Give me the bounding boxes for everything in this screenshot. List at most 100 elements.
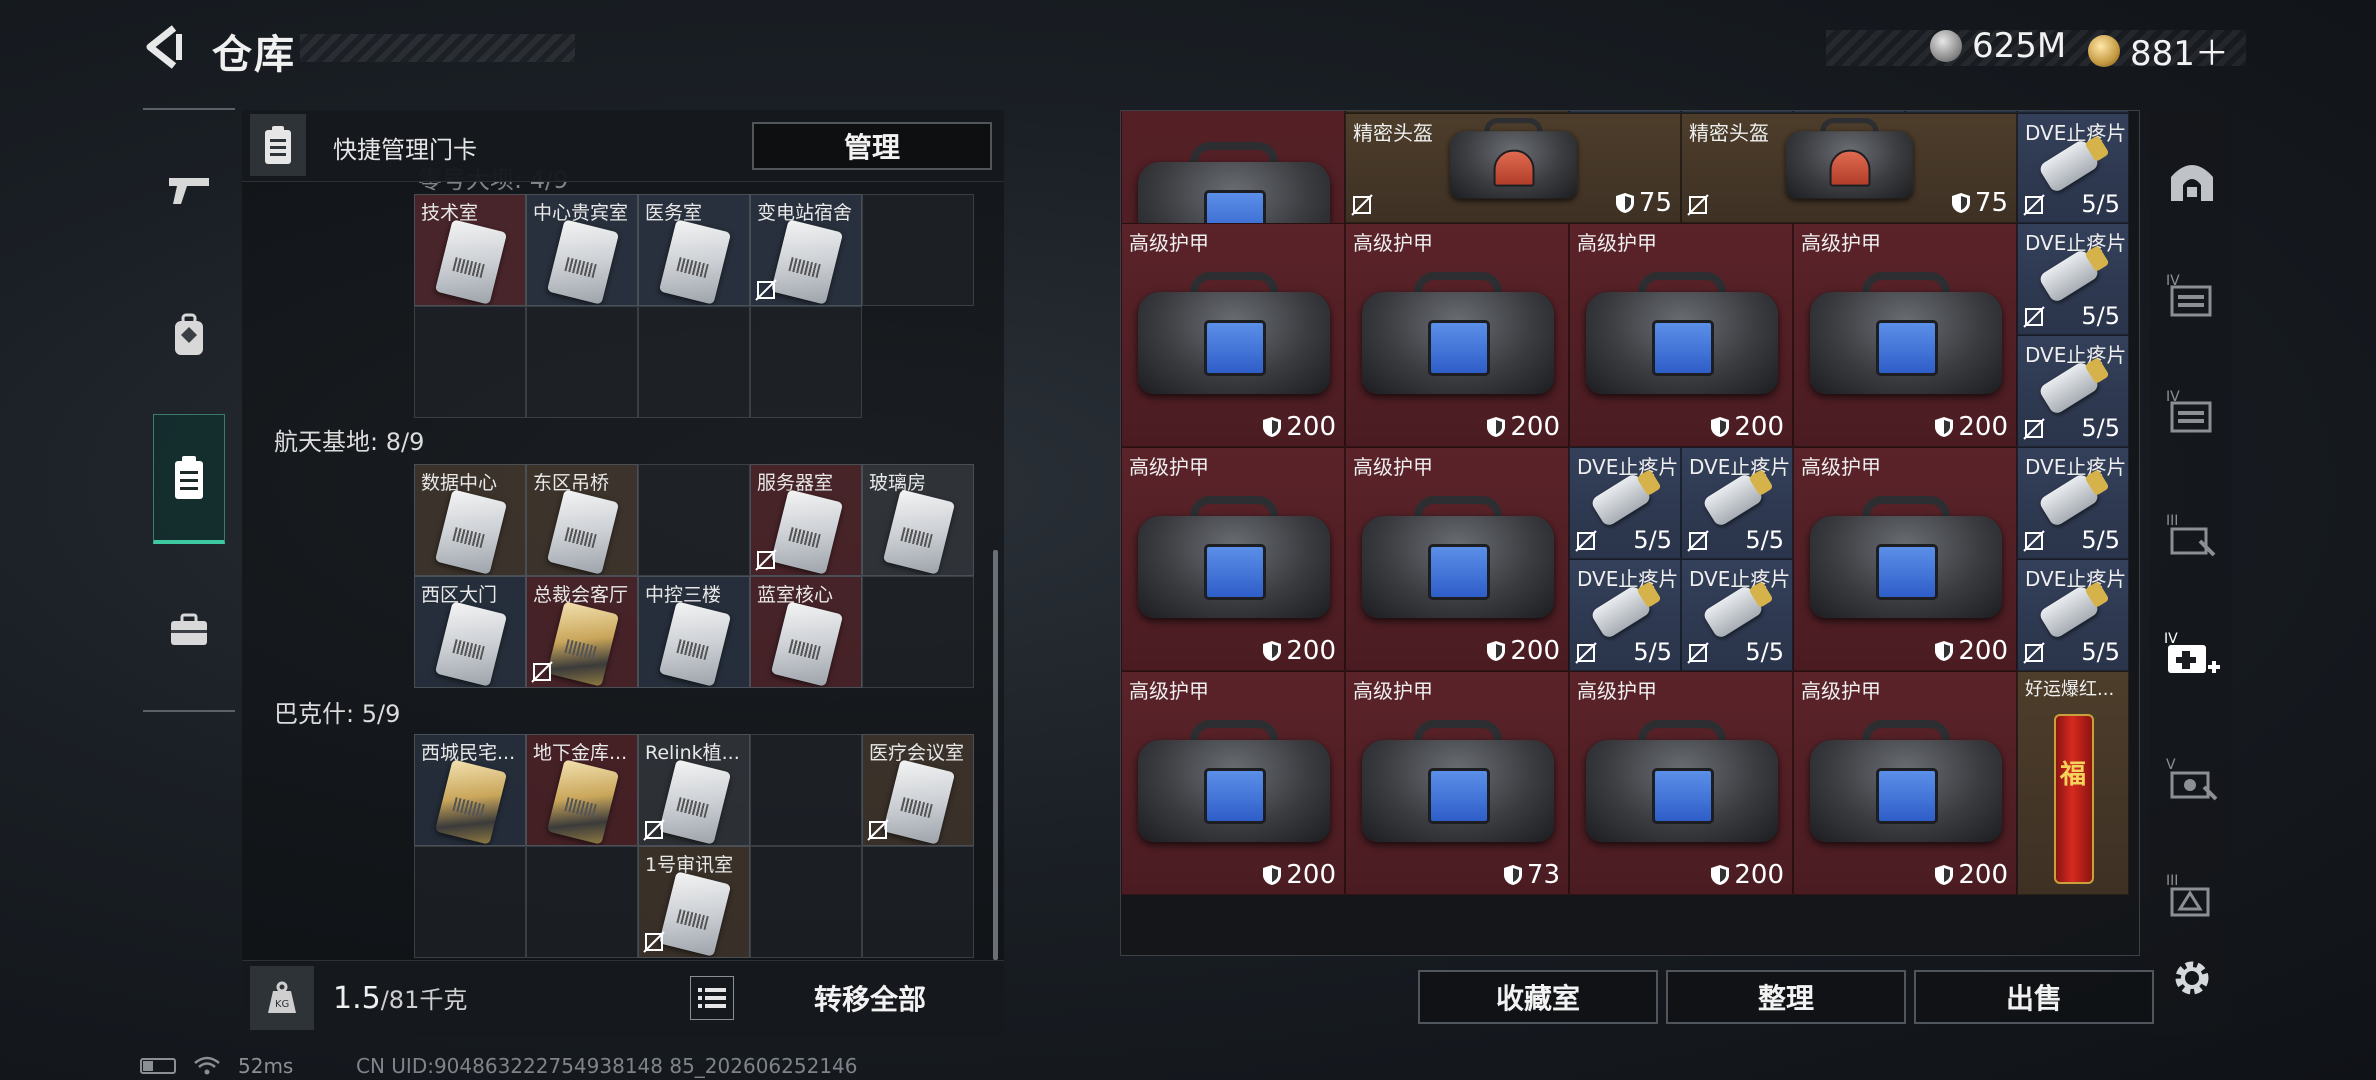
inventory-item-armor[interactable]: 高级护甲 200 bbox=[1569, 671, 1793, 895]
right-nav-storage-iii[interactable]: III bbox=[2160, 502, 2224, 566]
durability-value: 200 bbox=[1486, 412, 1560, 442]
keycard-slot[interactable]: 东区吊桥 bbox=[526, 464, 638, 576]
stack-count: 5/5 bbox=[1745, 526, 1784, 554]
right-nav-storage-iii-b[interactable]: III bbox=[2160, 862, 2224, 926]
keycard-slot[interactable]: 地下金库... bbox=[526, 734, 638, 846]
inventory-item-armor[interactable]: 高级护甲 200 bbox=[1121, 671, 1345, 895]
keycard-slot[interactable]: 变电站宿舍 bbox=[750, 194, 862, 306]
keycard-slot[interactable]: 西区大门 bbox=[414, 576, 526, 688]
right-nav-storage-iv-a[interactable]: IV bbox=[2160, 262, 2224, 326]
right-nav-storage-iv-b[interactable]: IV bbox=[2160, 378, 2224, 442]
right-nav-arch[interactable] bbox=[2160, 148, 2224, 212]
durability-value: 200 bbox=[1262, 636, 1336, 666]
firecracker-image: 福 bbox=[2054, 714, 2094, 884]
weight-icon: KG bbox=[250, 966, 314, 1030]
organize-button[interactable]: 整理 bbox=[1666, 970, 1906, 1024]
grid-cell[interactable] bbox=[638, 464, 750, 576]
briefcase-icon bbox=[171, 613, 207, 645]
panel-scrollbar[interactable] bbox=[993, 550, 998, 960]
inventory-item-painkiller[interactable]: DVE止疼片 5/5 bbox=[2017, 335, 2129, 447]
inventory-item-armor[interactable]: 高级护甲 200 bbox=[1793, 223, 2017, 447]
keycard-slot[interactable]: 西城民宅... bbox=[414, 734, 526, 846]
keycard-image bbox=[546, 219, 620, 305]
inventory-item-armor[interactable]: 高级护甲 200 bbox=[1793, 671, 2017, 895]
inventory-item-armor[interactable]: 高级护甲 200 bbox=[1569, 223, 1793, 447]
sell-button[interactable]: 出售 bbox=[1914, 970, 2154, 1024]
inventory-item-helmet[interactable]: 精密头盔 75 bbox=[1681, 113, 2017, 223]
backpack-icon bbox=[175, 313, 203, 355]
storage-crate-icon: IV bbox=[2166, 273, 2212, 317]
inventory-grid: 200 75 5/5 5/5 5/5 5/5 5/5 精密头盔 75 精密头盔 … bbox=[1120, 110, 2140, 956]
inventory-item-painkiller[interactable]: DVE止疼片 5/5 bbox=[2017, 447, 2129, 559]
inventory-item-armor[interactable]: 高级护甲 200 bbox=[1345, 447, 1569, 671]
inventory-item-armor[interactable]: 高级护甲 200 bbox=[1793, 447, 2017, 671]
inventory-item-painkiller[interactable]: DVE止疼片 5/5 bbox=[1681, 447, 1793, 559]
keycard-slot[interactable]: 蓝室核心 bbox=[750, 576, 862, 688]
back-arrow-icon[interactable] bbox=[140, 22, 190, 72]
keycard-slot[interactable]: 医务室 bbox=[638, 194, 750, 306]
arch-icon bbox=[2171, 165, 2213, 201]
gun-icon bbox=[169, 178, 209, 204]
stack-count: 5/5 bbox=[1745, 638, 1784, 666]
inventory-item-painkiller[interactable]: DVE止疼片 5/5 bbox=[2017, 223, 2129, 335]
stack-count: 5/5 bbox=[2081, 190, 2120, 218]
keycard-image bbox=[658, 219, 732, 305]
nav-keycards[interactable] bbox=[153, 414, 225, 544]
armor-bag-image bbox=[1138, 496, 1330, 626]
grid-cell[interactable] bbox=[638, 306, 750, 418]
armor-bag-image bbox=[1586, 720, 1778, 850]
inventory-item-painkiller[interactable]: DVE止疼片 5/5 bbox=[2017, 113, 2129, 223]
grid-cell[interactable] bbox=[414, 306, 526, 418]
shield-icon bbox=[1263, 865, 1282, 885]
nav-backpack[interactable] bbox=[153, 270, 225, 400]
inventory-item-painkiller[interactable]: DVE止疼片 5/5 bbox=[1569, 559, 1681, 671]
no-trade-icon bbox=[867, 819, 889, 841]
collection-room-button[interactable]: 收藏室 bbox=[1418, 970, 1658, 1024]
settings-button[interactable] bbox=[2160, 946, 2224, 1010]
grid-cell[interactable] bbox=[862, 576, 974, 688]
keycard-slot[interactable]: 总裁会客厅 bbox=[526, 576, 638, 688]
grid-cell[interactable] bbox=[526, 306, 638, 418]
keycard-slot[interactable]: 1号审讯室 bbox=[638, 846, 750, 958]
armor-bag-image bbox=[1586, 272, 1778, 402]
nav-weapons[interactable] bbox=[153, 125, 225, 255]
inventory-item-helmet[interactable]: 精密头盔 75 bbox=[1345, 113, 1681, 223]
keycard-slot[interactable]: 中控三楼 bbox=[638, 576, 750, 688]
grid-cell[interactable] bbox=[750, 846, 862, 958]
grid-cell[interactable] bbox=[862, 846, 974, 958]
right-nav-storage-v[interactable]: V bbox=[2160, 746, 2224, 810]
keycard-slot[interactable]: 医疗会议室 bbox=[862, 734, 974, 846]
painkiller-image bbox=[1589, 472, 1653, 528]
stack-count: 5/5 bbox=[1633, 638, 1672, 666]
transfer-all-button[interactable]: 转移全部 bbox=[760, 976, 980, 1020]
list-icon[interactable] bbox=[690, 976, 734, 1020]
inventory-item-armor[interactable]: 高级护甲 73 bbox=[1345, 671, 1569, 895]
helmet-image bbox=[1786, 118, 1913, 204]
keycard-slot[interactable]: 服务器室 bbox=[750, 464, 862, 576]
grid-cell[interactable] bbox=[862, 194, 974, 306]
keycard-slot[interactable]: 技术室 bbox=[414, 194, 526, 306]
keycard-slot[interactable]: Relink植... bbox=[638, 734, 750, 846]
inventory-item-armor[interactable]: 高级护甲 200 bbox=[1121, 223, 1345, 447]
keycard-slot[interactable]: 数据中心 bbox=[414, 464, 526, 576]
keycard-image bbox=[658, 759, 732, 845]
inventory-item-armor[interactable]: 高级护甲 200 bbox=[1345, 223, 1569, 447]
inventory-item-firecracker[interactable]: 好运爆红... 福 bbox=[2017, 671, 2129, 895]
grid-cell[interactable] bbox=[526, 846, 638, 958]
grid-cell[interactable] bbox=[750, 734, 862, 846]
grid-cell[interactable] bbox=[414, 846, 526, 958]
shield-icon bbox=[1935, 865, 1954, 885]
nav-briefcase[interactable] bbox=[153, 565, 225, 695]
manage-button[interactable]: 管理 bbox=[752, 122, 992, 170]
inventory-item-painkiller[interactable]: DVE止疼片 5/5 bbox=[1569, 447, 1681, 559]
keycard-image bbox=[434, 489, 508, 575]
keycard-slot[interactable]: 玻璃房 bbox=[862, 464, 974, 576]
keycard-slot[interactable]: 中心贵宾室 bbox=[526, 194, 638, 306]
inventory-item-armor[interactable]: 高级护甲 200 bbox=[1121, 447, 1345, 671]
right-nav-medical-iv[interactable]: IV bbox=[2160, 622, 2224, 686]
gold-currency[interactable]: 881＋ bbox=[2088, 26, 2229, 75]
grid-cell[interactable] bbox=[750, 306, 862, 418]
inventory-item-painkiller[interactable]: DVE止疼片 5/5 bbox=[2017, 559, 2129, 671]
section-label-aerospace: 航天基地: 8/9 bbox=[274, 428, 425, 456]
inventory-item-painkiller[interactable]: DVE止疼片 5/5 bbox=[1681, 559, 1793, 671]
